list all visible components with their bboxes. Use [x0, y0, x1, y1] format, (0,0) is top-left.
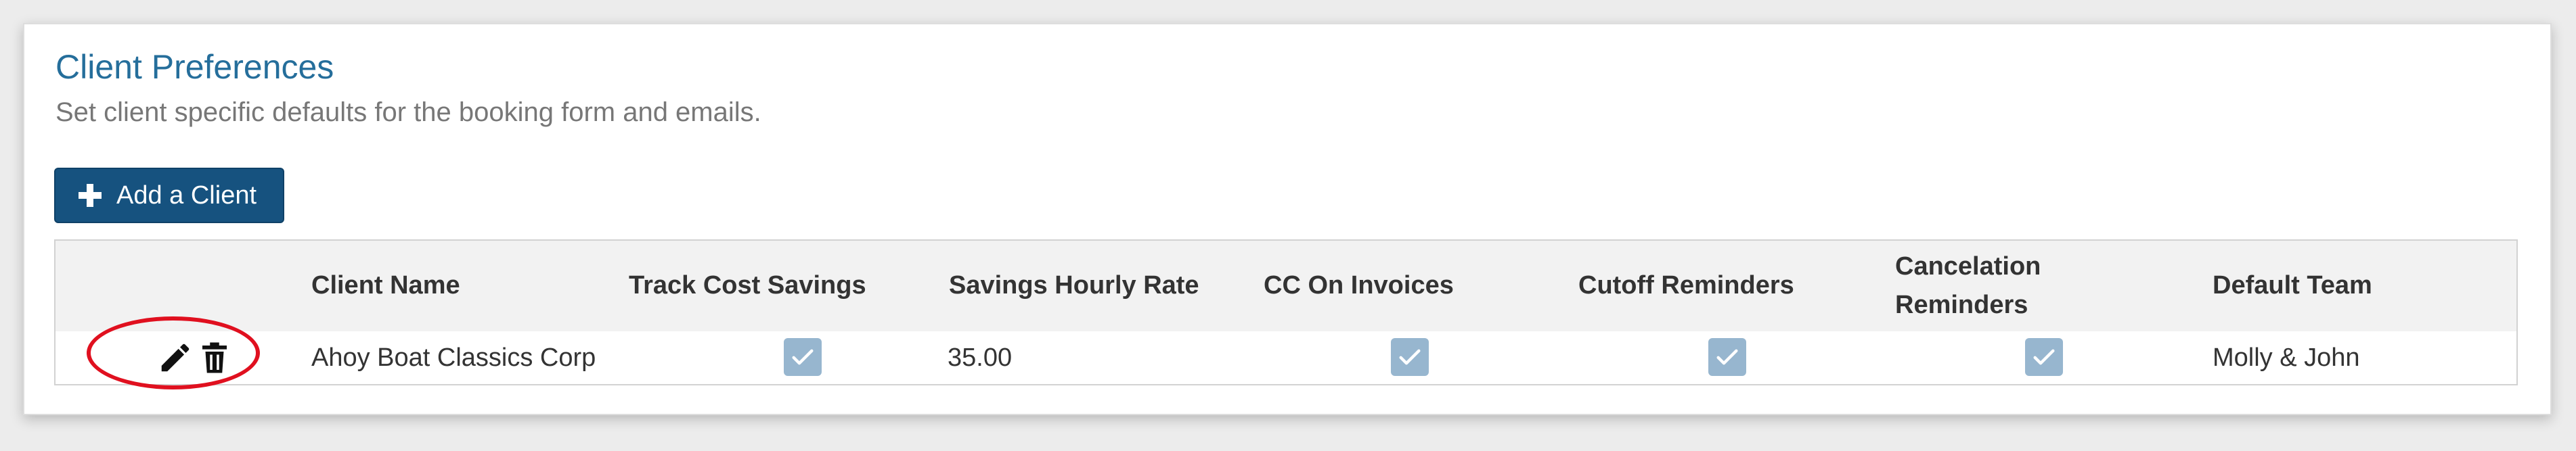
cell-client-name: Ahoy Boat Classics Corp	[311, 343, 596, 372]
plus-icon	[79, 184, 102, 207]
column-header-cc-on-invoices: CC On Invoices	[1264, 271, 1454, 300]
check-icon	[1399, 349, 1421, 365]
column-header-cutoff-reminders: Cutoff Reminders	[1578, 271, 1794, 300]
client-table: Client Name Track Cost Savings Savings H…	[54, 239, 2518, 385]
trash-icon	[202, 342, 227, 373]
column-header-track-cost-savings: Track Cost Savings	[629, 271, 866, 300]
column-header-default-team: Default Team	[2213, 271, 2372, 300]
column-header-cancelation-line1: Cancelation	[1895, 252, 2041, 281]
column-header-client-name: Client Name	[311, 271, 460, 300]
check-icon	[1716, 349, 1738, 365]
check-icon	[792, 349, 814, 365]
check-icon	[2033, 349, 2055, 365]
checkbox-track-cost-savings[interactable]	[784, 338, 822, 376]
add-client-label: Add a Client	[116, 181, 257, 210]
column-header-cancelation-line2: Reminders	[1895, 291, 2028, 319]
pencil-icon	[161, 343, 190, 372]
section-subtitle: Set client specific defaults for the boo…	[55, 97, 761, 127]
column-header-savings-hourly-rate: Savings Hourly Rate	[949, 271, 1199, 300]
checkbox-cutoff-reminders[interactable]	[1708, 338, 1746, 376]
cell-savings-hourly-rate: 35.00	[948, 343, 1013, 372]
table-row: Ahoy Boat Classics Corp 35.00 Molly & Jo…	[55, 331, 2516, 384]
table-header: Client Name Track Cost Savings Savings H…	[55, 241, 2516, 331]
edit-button[interactable]	[157, 339, 194, 376]
checkbox-cancelation-reminders[interactable]	[2025, 338, 2063, 376]
page: Client Preferences Set client specific d…	[0, 0, 2576, 451]
cell-default-team: Molly & John	[2213, 343, 2360, 372]
column-header-cancelation-reminders: Cancelation Reminders	[1895, 247, 2041, 325]
add-client-button[interactable]: Add a Client	[54, 168, 284, 223]
client-preferences-panel: Client Preferences Set client specific d…	[23, 23, 2552, 415]
section-title: Client Preferences	[55, 48, 334, 86]
checkbox-cc-on-invoices[interactable]	[1391, 338, 1429, 376]
row-actions	[157, 339, 238, 376]
delete-button[interactable]	[196, 339, 233, 376]
